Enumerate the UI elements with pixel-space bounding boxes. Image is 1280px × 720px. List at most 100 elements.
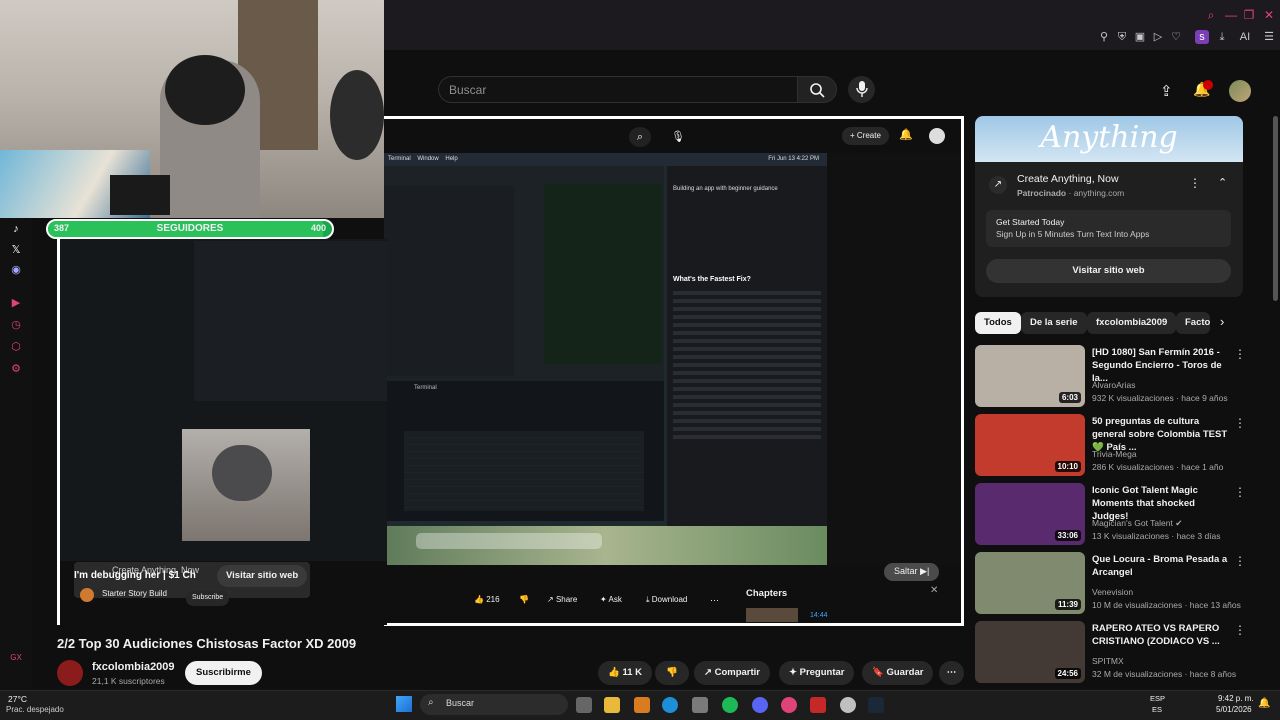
like-button[interactable]: 👍 11 K — [598, 661, 653, 685]
tiktok-icon[interactable]: ♪ — [9, 222, 23, 236]
clock-time[interactable]: 9:42 p. m. — [1218, 694, 1254, 703]
rec-channel[interactable]: Magician's Got Talent ✔ — [1092, 518, 1182, 529]
weather-desc: Prac. despejado — [6, 705, 64, 714]
rec-duration: 33:06 — [1054, 530, 1081, 541]
start-icon[interactable] — [396, 696, 412, 712]
steam-icon[interactable] — [868, 697, 884, 713]
weather-temp[interactable]: 27°C — [8, 694, 27, 704]
settings-icon[interactable]: ⚙ — [9, 362, 23, 376]
app-a-icon[interactable] — [634, 697, 650, 713]
chip-channel[interactable]: fxcolombia2009 — [1087, 312, 1177, 334]
search-button[interactable] — [797, 76, 837, 103]
menu-help: Help — [445, 156, 458, 162]
obs-icon[interactable] — [840, 697, 856, 713]
rec-channel[interactable]: Venevision — [1092, 587, 1133, 597]
rec-more-icon[interactable]: ⋮ — [1234, 623, 1246, 637]
file-explorer-icon[interactable] — [604, 697, 620, 713]
chip-facto[interactable]: Facto — [1176, 312, 1210, 334]
pin-icon[interactable]: ⚲ — [1097, 30, 1111, 44]
task-view-icon[interactable] — [576, 697, 592, 713]
edge-icon[interactable] — [662, 697, 678, 713]
rec-channel[interactable]: Trivia-Mega — [1092, 449, 1137, 459]
opera-gx-icon[interactable] — [781, 697, 797, 713]
inner-ad-visit-button[interactable]: Visitar sitio web — [217, 565, 308, 587]
channel-avatar[interactable] — [57, 660, 83, 686]
store-icon[interactable] — [692, 697, 708, 713]
page-scrollbar[interactable] — [1273, 116, 1278, 301]
ad-sponsor-line: Patrocinado · anything.com — [1017, 188, 1125, 198]
inner-download: ⤓ Download — [646, 595, 688, 604]
upload-icon[interactable]: ⇪ — [1160, 82, 1173, 100]
inner-mic-icon: 🎙 — [671, 131, 685, 143]
discord-icon[interactable]: ◉ — [9, 263, 23, 277]
rec-thumbnail[interactable]: 11:39 — [975, 552, 1085, 614]
chapters-label: Chapters — [746, 588, 788, 599]
dislike-button[interactable]: 👎 — [655, 661, 689, 685]
chip-series[interactable]: De la serie — [1021, 312, 1087, 334]
taskbar-search[interactable]: Buscar — [420, 694, 568, 715]
rec-channel[interactable]: SPITMX — [1092, 656, 1124, 666]
ad-cta-box[interactable]: Get Started Today Sign Up in 5 Minutes T… — [986, 210, 1231, 247]
voice-search-button[interactable] — [848, 76, 875, 103]
chip-all[interactable]: Todos — [975, 312, 1021, 334]
share-button[interactable]: ↗ Compartir — [694, 661, 771, 685]
restore-icon[interactable]: ❐ — [1242, 8, 1256, 22]
menu-icon[interactable]: ☰ — [1262, 30, 1276, 44]
save-button[interactable]: 🔖 Guardar — [862, 661, 934, 685]
ad-more-icon[interactable]: ⋮ — [1189, 176, 1201, 190]
inner-share: ↗ Share — [547, 595, 578, 604]
gx-icon[interactable]: GX — [9, 651, 23, 665]
close-window-icon[interactable]: ✕ — [1262, 8, 1276, 22]
shield-icon[interactable]: ⛨ — [1115, 30, 1129, 44]
play-circle-icon[interactable]: ▶ — [9, 296, 23, 310]
chips-next-icon[interactable]: › — [1220, 314, 1224, 329]
minimize-icon[interactable]: — — [1224, 8, 1238, 22]
search-input[interactable]: Buscar — [438, 76, 797, 103]
x-icon[interactable]: 𝕏 — [9, 243, 23, 257]
clock-icon[interactable]: ◷ — [9, 318, 23, 332]
inner-search-icon: ⌕ — [629, 127, 651, 147]
rec-more-icon[interactable]: ⋮ — [1234, 416, 1246, 430]
ad-collapse-icon[interactable]: ⌃ — [1218, 176, 1227, 189]
ai-icon[interactable]: AI — [1235, 30, 1255, 44]
ad-visit-button[interactable]: Visitar sitio web — [986, 259, 1231, 283]
inner-dislike-icon: 👎 — [519, 595, 529, 604]
spotify-icon[interactable] — [722, 697, 738, 713]
rec-more-icon[interactable]: ⋮ — [1234, 485, 1246, 499]
heart-icon[interactable]: ♡ — [1169, 30, 1183, 44]
discord-taskbar-icon[interactable] — [752, 697, 768, 713]
avatar[interactable] — [1229, 80, 1251, 102]
profile-s-icon[interactable]: s — [1195, 30, 1209, 44]
rec-thumbnail[interactable]: 33:06 — [975, 483, 1085, 545]
language-code[interactable]: ESP — [1150, 694, 1165, 703]
ad-title: Create Anything, Now — [1017, 173, 1119, 185]
more-actions-button[interactable]: ⋯ — [939, 661, 964, 685]
rec-more-icon[interactable]: ⋮ — [1234, 554, 1246, 568]
skip-ad-button[interactable]: Saltar ▶| — [884, 563, 940, 581]
rec-channel[interactable]: ÁlvaroArias — [1092, 380, 1135, 390]
clock-date: 5/01/2026 — [1216, 705, 1252, 714]
video-player[interactable]: ⌕ 🎙 + Create 🔔 Terminal Window Help Fri … — [384, 116, 964, 626]
video-player-left[interactable]: Create Anything, Now I'm debugging her |… — [57, 239, 387, 625]
code-text — [544, 184, 662, 364]
wps-icon[interactable] — [810, 697, 826, 713]
rec-thumbnail[interactable]: 24:56 — [975, 621, 1085, 683]
rec-title[interactable]: RAPERO ATEO VS RAPERO CRISTIANO (ZODIACO… — [1092, 622, 1232, 648]
rec-thumbnail[interactable]: 6:03 — [975, 345, 1085, 407]
rec-title[interactable]: Que Locura - Broma Pesada a Arcangel — [1092, 553, 1232, 579]
ad-card[interactable]: Anything ↗ Create Anything, Now Patrocin… — [975, 116, 1243, 297]
search-tab-icon[interactable]: ⌕ — [1204, 8, 1218, 22]
notification-center-icon[interactable]: 🔔 — [1258, 698, 1270, 709]
rec-meta: 13 K visualizaciones · hace 3 días — [1092, 531, 1221, 541]
rec-thumbnail[interactable]: 10:10 — [975, 414, 1085, 476]
channel-name[interactable]: fxcolombia2009 — [92, 661, 175, 673]
play-icon[interactable]: ▷ — [1151, 30, 1165, 44]
rec-more-icon[interactable]: ⋮ — [1234, 347, 1246, 361]
download-icon[interactable]: ⤓ — [1215, 30, 1229, 44]
screenshot-icon[interactable]: ▣ — [1133, 30, 1147, 44]
cube-icon[interactable]: ⬡ — [9, 340, 23, 354]
rec-meta: 286 K visualizaciones · hace 1 año — [1092, 462, 1224, 472]
subscribe-button[interactable]: Suscribirme — [185, 661, 262, 685]
rec-meta: 32 M de visualizaciones · hace 8 años — [1092, 669, 1237, 679]
ask-button[interactable]: ✦ Preguntar — [779, 661, 855, 685]
